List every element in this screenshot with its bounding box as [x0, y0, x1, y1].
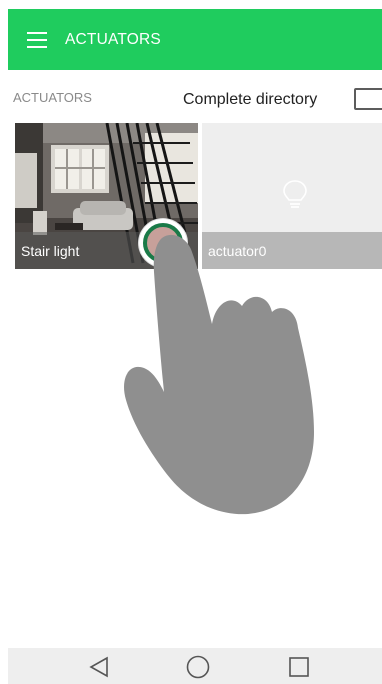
- home-icon[interactable]: [186, 655, 210, 679]
- back-icon[interactable]: [88, 656, 110, 678]
- hamburger-menu-icon[interactable]: [27, 31, 47, 48]
- section-title: ACTUATORS: [13, 90, 92, 105]
- app-bar-title: ACTUATORS: [65, 30, 161, 48]
- system-navigation-bar: [8, 648, 382, 684]
- complete-directory-toggle[interactable]: [354, 88, 382, 110]
- screen: ACTUATORS ACTUATORS Complete directory S…: [0, 0, 382, 684]
- app-bar: ACTUATORS: [8, 9, 382, 70]
- complete-directory-label: Complete directory: [183, 91, 318, 108]
- pointing-hand-icon: [124, 234, 314, 515]
- lightbulb-outline-icon: [283, 180, 307, 208]
- recents-icon[interactable]: [288, 656, 310, 678]
